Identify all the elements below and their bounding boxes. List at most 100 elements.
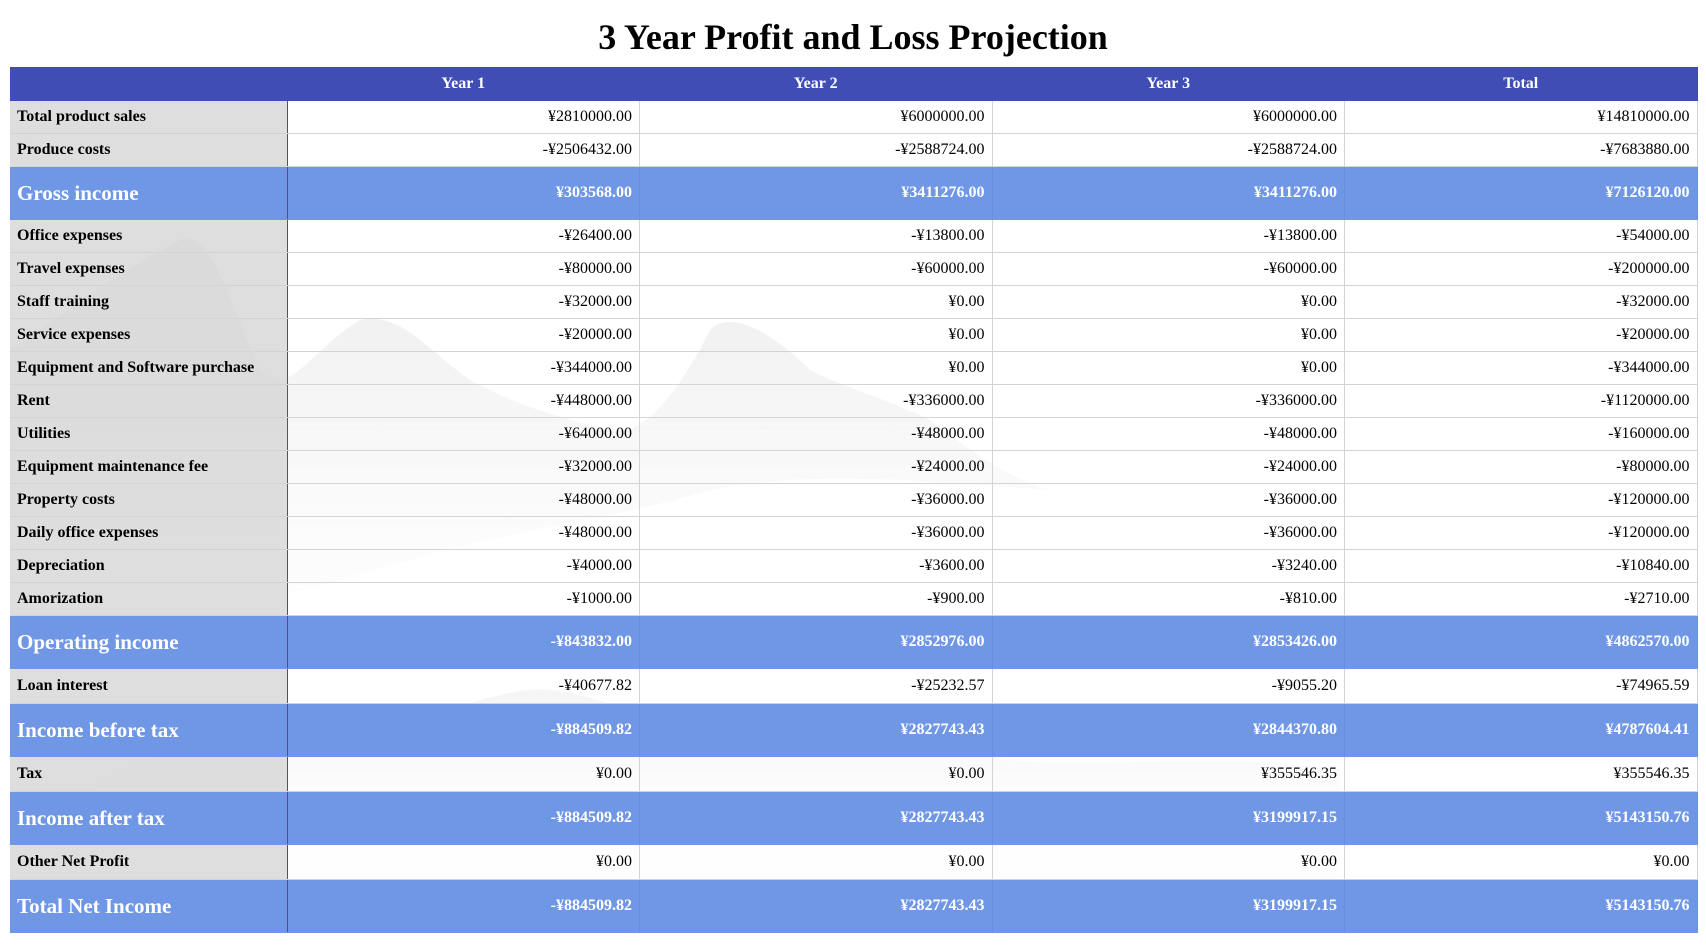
value-cell: ¥6000000.00 (639, 101, 993, 134)
value-cell: ¥5143150.76 (1344, 791, 1698, 845)
value-cell: -¥9055.20 (992, 668, 1345, 704)
row-label: Tax (10, 756, 288, 792)
pnl-table: Year 1 Year 2 Year 3 Total Total product… (10, 67, 1698, 933)
row-label: Produce costs (10, 133, 288, 167)
value-cell: ¥0.00 (992, 844, 1345, 880)
value-cell: ¥2810000.00 (287, 101, 640, 134)
value-cell: -¥2588724.00 (992, 133, 1345, 167)
value-cell: -¥20000.00 (287, 318, 640, 352)
value-cell: -¥80000.00 (1344, 450, 1698, 484)
summary-row: Gross income ¥303568.00 ¥3411276.00 ¥341127… (10, 166, 1698, 220)
value-cell: ¥355546.35 (992, 756, 1345, 792)
value-cell: ¥2853426.00 (992, 615, 1345, 669)
table-row: Daily office expenses -¥48000.00 -¥36000.0… (10, 516, 1698, 550)
table-row: Rent -¥448000.00 -¥336000.00 -¥336000.00 -¥1… (10, 384, 1698, 418)
value-cell: -¥336000.00 (639, 384, 993, 418)
value-cell: -¥2710.00 (1344, 582, 1698, 616)
value-cell: ¥2827743.43 (639, 879, 993, 933)
value-cell: ¥3199917.15 (992, 791, 1345, 845)
value-cell: -¥64000.00 (287, 417, 640, 451)
value-cell: ¥2852976.00 (639, 615, 993, 669)
summary-row: Income before tax -¥884509.82 ¥2827743.43 ¥… (10, 703, 1698, 757)
value-cell: -¥336000.00 (992, 384, 1345, 418)
value-cell: -¥4000.00 (287, 549, 640, 583)
table-header-row: Year 1 Year 2 Year 3 Total (10, 67, 1698, 101)
table-row: Amorization -¥1000.00 -¥900.00 -¥810.00 -¥27… (10, 582, 1698, 616)
header-cell-label (10, 67, 288, 101)
value-cell: ¥5143150.76 (1344, 879, 1698, 933)
value-cell: ¥0.00 (639, 756, 993, 792)
value-cell: -¥120000.00 (1344, 516, 1698, 550)
value-cell: ¥355546.35 (1344, 756, 1698, 792)
value-cell: ¥0.00 (639, 318, 993, 352)
value-cell: -¥48000.00 (287, 483, 640, 517)
value-cell: -¥60000.00 (639, 252, 993, 286)
summary-row: Income after tax -¥884509.82 ¥2827743.43 ¥3… (10, 791, 1698, 845)
table-row: Office expenses -¥26400.00 -¥13800.00 -¥138… (10, 219, 1698, 253)
row-label: Property costs (10, 483, 288, 517)
row-label: Rent (10, 384, 288, 418)
row-label: Amorization (10, 582, 288, 616)
table-row: Service expenses -¥20000.00 ¥0.00 ¥0.00 -¥20… (10, 318, 1698, 352)
value-cell: -¥900.00 (639, 582, 993, 616)
value-cell: -¥448000.00 (287, 384, 640, 418)
value-cell: ¥0.00 (992, 285, 1345, 319)
value-cell: -¥48000.00 (992, 417, 1345, 451)
value-cell: -¥160000.00 (1344, 417, 1698, 451)
header-cell-total: Total (1344, 67, 1698, 101)
value-cell: -¥884509.82 (287, 879, 640, 933)
pnl-table-container: Year 1 Year 2 Year 3 Total Total product… (10, 67, 1698, 933)
value-cell: ¥0.00 (639, 351, 993, 385)
summary-row: Operating income -¥843832.00 ¥2852976.00 ¥2… (10, 615, 1698, 669)
value-cell: ¥2844370.80 (992, 703, 1345, 757)
value-cell: ¥7126120.00 (1344, 166, 1698, 220)
value-cell: ¥2827743.43 (639, 791, 993, 845)
row-label: Staff training (10, 285, 288, 319)
value-cell: -¥25232.57 (639, 668, 993, 704)
value-cell: -¥3240.00 (992, 549, 1345, 583)
value-cell: ¥0.00 (639, 844, 993, 880)
value-cell: -¥13800.00 (639, 219, 993, 253)
value-cell: -¥60000.00 (992, 252, 1345, 286)
row-label: Utilities (10, 417, 288, 451)
table-row: Utilities -¥64000.00 -¥48000.00 -¥48000.00-… (10, 417, 1698, 451)
table-row: Property costs -¥48000.00 -¥36000.00 -¥3600… (10, 483, 1698, 517)
table-row: Depreciation -¥4000.00 -¥3600.00 -¥3240.00-… (10, 549, 1698, 583)
value-cell: ¥2827743.43 (639, 703, 993, 757)
row-label: Depreciation (10, 549, 288, 583)
value-cell: -¥3600.00 (639, 549, 993, 583)
value-cell: -¥7683880.00 (1344, 133, 1698, 167)
value-cell: -¥120000.00 (1344, 483, 1698, 517)
value-cell: -¥48000.00 (287, 516, 640, 550)
row-label: Equipment and Software purchase (10, 351, 288, 385)
value-cell: ¥3411276.00 (639, 166, 993, 220)
table-body: Total product sales ¥2810000.00 ¥6000000.0… (10, 101, 1698, 933)
table-row: Total product sales ¥2810000.00 ¥6000000.0… (10, 101, 1698, 134)
value-cell: -¥884509.82 (287, 703, 640, 757)
value-cell: -¥48000.00 (639, 417, 993, 451)
value-cell: -¥54000.00 (1344, 219, 1698, 253)
value-cell: ¥0.00 (287, 756, 640, 792)
table-row: Loan interest -¥40677.82 -¥25232.57 -¥9055.… (10, 668, 1698, 704)
value-cell: ¥0.00 (639, 285, 993, 319)
value-cell: ¥4787604.41 (1344, 703, 1698, 757)
row-label: Travel expenses (10, 252, 288, 286)
value-cell: -¥74965.59 (1344, 668, 1698, 704)
value-cell: -¥24000.00 (992, 450, 1345, 484)
table-row: Staff training -¥32000.00 ¥0.00 ¥0.00 -¥3200… (10, 285, 1698, 319)
value-cell: -¥80000.00 (287, 252, 640, 286)
value-cell: ¥303568.00 (287, 166, 640, 220)
row-label: Income after tax (10, 791, 288, 845)
header-cell-year1: Year 1 (287, 67, 640, 101)
row-label: Income before tax (10, 703, 288, 757)
row-label: Service expenses (10, 318, 288, 352)
value-cell: -¥2506432.00 (287, 133, 640, 167)
value-cell: -¥884509.82 (287, 791, 640, 845)
header-cell-year2: Year 2 (639, 67, 993, 101)
value-cell: -¥1120000.00 (1344, 384, 1698, 418)
value-cell: -¥36000.00 (639, 483, 993, 517)
value-cell: -¥200000.00 (1344, 252, 1698, 286)
value-cell: ¥0.00 (1344, 844, 1698, 880)
row-label: Operating income (10, 615, 288, 669)
value-cell: -¥2588724.00 (639, 133, 993, 167)
